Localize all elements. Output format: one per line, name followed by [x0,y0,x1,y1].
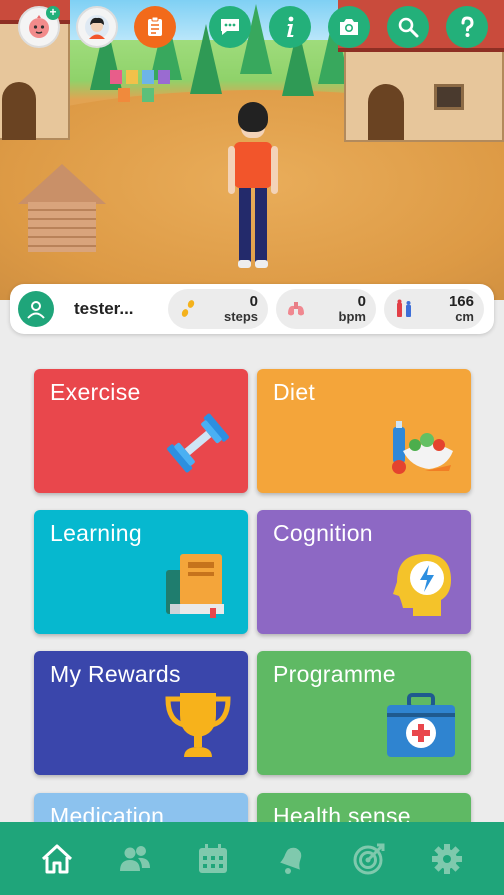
nav-goals[interactable] [347,837,391,881]
info-button[interactable] [269,6,311,48]
target-icon [353,843,385,874]
nav-settings[interactable] [425,837,469,881]
calendar-icon [199,843,227,873]
user-avatar [85,15,109,39]
first-aid-kit-icon [387,693,455,757]
tile-label: Programme [273,661,396,687]
steps-value: 0 [249,293,258,310]
feature-grid: Exercise Diet Learning Cognition My Rewa… [0,340,504,822]
tile-programme[interactable]: Programme [257,651,471,775]
brain-head-icon [393,554,451,616]
steps-unit: steps [224,309,258,324]
chat-button[interactable] [209,6,251,48]
tile-label: Cognition [273,520,373,546]
clipboard-button[interactable] [134,6,176,48]
add-icon: + [46,6,60,20]
books-icon [166,554,224,618]
tile-learning[interactable]: Learning [34,510,248,634]
home-icon [41,844,73,873]
height-unit: cm [455,309,474,324]
tile-label: My Rewards [50,661,181,687]
pet-avatar-button[interactable]: + [18,6,60,48]
tile-medication[interactable]: Medication [34,793,248,822]
log-cabin [18,164,106,254]
height-value: 166 [448,293,474,310]
heart-rate-stat[interactable]: 0 bpm [276,289,376,329]
bell-icon [280,847,302,874]
nav-calendar[interactable] [191,837,235,881]
user-icon[interactable] [18,291,54,327]
nav-home[interactable] [35,837,79,881]
bpm-unit: bpm [338,309,366,324]
footsteps-icon [181,300,195,317]
tile-health-sense[interactable]: Health sense [257,793,471,822]
clothesline [106,66,186,106]
friends-icon [120,845,150,871]
steps-stat[interactable]: 0 steps [168,289,268,329]
tile-label: Medication [50,803,165,822]
tile-diet[interactable]: Diet [257,369,471,493]
pet-avatar [29,15,49,38]
search-icon [398,17,419,38]
help-icon [461,16,474,37]
nav-friends[interactable] [113,837,157,881]
tile-label: Learning [50,520,142,546]
height-icon [397,299,411,317]
clipboard-icon [148,16,162,36]
dumbbell-icon [167,413,229,473]
tile-label: Exercise [50,379,141,405]
tile-my-rewards[interactable]: My Rewards [34,651,248,775]
bpm-value: 0 [357,293,366,310]
tile-label: Diet [273,379,316,405]
tile-cognition[interactable]: Cognition [257,510,471,634]
vegetables-icon [392,421,453,474]
bottom-nav [0,822,504,895]
height-stat[interactable]: 166 cm [384,289,484,329]
profile-bar: tester... 0 steps 0 bpm 166 cm [10,284,494,334]
tile-label: Health sense [273,803,411,822]
help-button[interactable] [446,6,488,48]
game-scene [0,0,504,300]
username[interactable]: tester... [74,299,160,319]
search-button[interactable] [387,6,429,48]
trophy-icon [165,693,231,757]
info-icon [287,16,294,37]
camera-button[interactable] [328,6,370,48]
player-character[interactable] [228,102,278,272]
camera-icon [340,19,358,35]
user-avatar-button[interactable] [76,6,118,48]
settings-icon [432,843,462,874]
nav-notifications[interactable] [269,837,313,881]
chat-icon [221,19,239,35]
tile-exercise[interactable]: Exercise [34,369,248,493]
lungs-icon [288,302,304,316]
